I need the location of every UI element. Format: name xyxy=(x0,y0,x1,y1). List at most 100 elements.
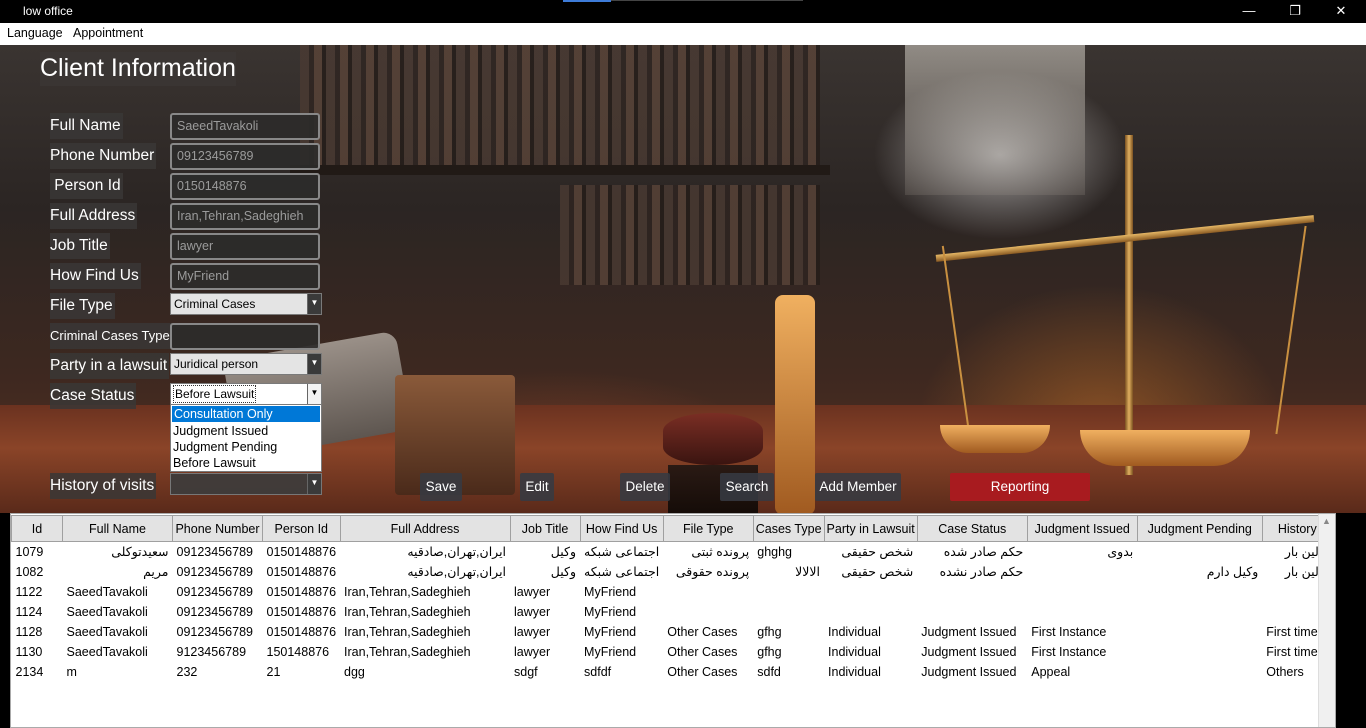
table-cell: Iran,Tehran,Sadeghieh xyxy=(344,604,471,619)
table-row[interactable]: 1128 SaeedTavakoli 09123456789 0150148876 Ir… xyxy=(12,622,1333,642)
reporting-button[interactable]: Reporting xyxy=(950,473,1090,501)
column-header[interactable]: Judgment Pending xyxy=(1136,515,1263,542)
case-status-label: Case Status xyxy=(50,383,137,409)
gavel-decoration xyxy=(663,413,763,465)
table-cell xyxy=(1137,542,1262,562)
edit-button[interactable]: Edit xyxy=(520,473,554,501)
menu-language[interactable]: Language xyxy=(7,26,63,40)
column-header[interactable]: Party in Lawsuit xyxy=(823,515,918,542)
table-cell: sdfd xyxy=(757,664,781,679)
vertical-scrollbar[interactable]: ▲ xyxy=(1318,514,1335,727)
chevron-down-icon[interactable]: ▼ xyxy=(307,294,321,314)
column-header[interactable]: Job Title xyxy=(509,515,581,542)
history-visits-select[interactable]: ▼ xyxy=(170,473,322,495)
menu-appointment[interactable]: Appointment xyxy=(73,26,143,40)
minimize-button[interactable]: — xyxy=(1226,0,1272,23)
case-status-option[interactable]: Consultation Only xyxy=(172,406,320,422)
table-row[interactable]: 1079 سعیدتوکلی 09123456789 0150148876 ایران,… xyxy=(12,542,1333,562)
how-find-us-input[interactable]: MyFriend xyxy=(170,263,320,290)
column-header[interactable]: Id xyxy=(11,515,63,542)
close-button[interactable]: ✕ xyxy=(1318,0,1364,23)
table-row[interactable]: 1130 SaeedTavakoli 9123456789 150148876 Iran… xyxy=(12,642,1333,662)
table-cell: اجتماعی شبکه xyxy=(584,545,660,560)
case-status-dropdown: Consultation Only Judgment Issued Judgme… xyxy=(170,404,322,472)
address-input[interactable]: Iran,Tehran,Sadeghieh xyxy=(170,203,320,230)
case-status-option[interactable]: Judgment Issued xyxy=(171,423,321,439)
case-status-option[interactable]: Before Lawsuit xyxy=(171,455,321,471)
table-cell: Iran,Tehran,Sadeghieh xyxy=(344,584,471,599)
column-header[interactable]: Full Address xyxy=(339,515,511,542)
table-cell: پرونده حقوقی xyxy=(675,565,750,579)
column-header[interactable]: Case Status xyxy=(916,515,1028,542)
bookshelf-decoration xyxy=(560,185,820,285)
table-cell xyxy=(1027,562,1137,582)
scale-pan-decoration xyxy=(1080,430,1250,466)
job-title-input[interactable]: lawyer xyxy=(170,233,320,260)
column-header[interactable]: File Type xyxy=(662,515,754,542)
table-cell: Individual xyxy=(828,624,881,639)
save-button[interactable]: Save xyxy=(420,473,462,501)
table-cell: Judgment Issued xyxy=(921,624,1017,639)
party-lawsuit-select[interactable]: Juridical person ▼ xyxy=(170,353,322,375)
phone-input[interactable]: 09123456789 xyxy=(170,143,320,170)
table-cell: 0150148876 xyxy=(266,604,337,619)
table-cell: 09123456789 xyxy=(176,564,253,579)
table-cell: 1079 xyxy=(15,544,44,559)
table-cell xyxy=(1137,622,1262,642)
file-type-select[interactable]: Criminal Cases ▼ xyxy=(170,293,322,315)
chevron-down-icon[interactable]: ▼ xyxy=(307,474,321,494)
window-title: low office xyxy=(23,4,73,18)
party-lawsuit-value: Juridical person xyxy=(174,357,259,371)
table-row[interactable]: 1124 SaeedTavakoli 09123456789 0150148876 Ir… xyxy=(12,602,1333,622)
case-status-select[interactable]: Before Lawsuit ▼ xyxy=(170,383,322,405)
table-cell xyxy=(1027,582,1137,602)
column-header[interactable]: Person Id xyxy=(262,515,341,542)
taskbar-indicator-track xyxy=(611,0,803,1)
table-cell xyxy=(1027,602,1137,622)
table-cell: SaeedTavakoli xyxy=(66,584,148,599)
table-cell: Other Cases xyxy=(667,644,738,659)
maximize-button[interactable]: ❐ xyxy=(1272,0,1318,23)
person-id-input[interactable]: 0150148876 xyxy=(170,173,320,200)
table-cell: 0150148876 xyxy=(266,564,337,579)
table-cell: حکم صادر نشده xyxy=(939,565,1024,579)
table-cell: ghghg xyxy=(757,544,793,559)
criminal-cases-type-input[interactable] xyxy=(170,323,320,350)
table-cell: SaeedTavakoli xyxy=(66,604,148,619)
table-row[interactable]: 1122 SaeedTavakoli 09123456789 0150148876 Ir… xyxy=(12,582,1333,602)
table-cell: 1122 xyxy=(15,584,43,599)
column-header[interactable]: Phone Number xyxy=(172,515,263,542)
title-bar: low office — ❐ ✕ xyxy=(0,0,1366,23)
scroll-up-icon[interactable]: ▲ xyxy=(1322,516,1331,526)
table-cell: First Instance xyxy=(1031,644,1107,659)
party-lawsuit-label: Party in a lawsuit xyxy=(50,353,170,379)
search-button[interactable]: Search xyxy=(720,473,774,501)
table-row[interactable]: 2134 m 232 21 dgg sdgf sdfdf Other Cases sdfd Ind… xyxy=(12,662,1333,682)
table-cell: Judgment Issued xyxy=(921,644,1017,659)
clients-table: Id Full Name Phone Number Person Id Full Add… xyxy=(10,513,1336,728)
table-cell: m xyxy=(66,664,77,679)
scale-pan-decoration xyxy=(940,425,1050,453)
table-cell xyxy=(917,582,1027,602)
column-header[interactable]: Judgment Issued xyxy=(1026,515,1138,542)
column-header[interactable]: Cases Type xyxy=(752,515,825,542)
column-header[interactable]: Full Name xyxy=(62,515,173,542)
case-status-option[interactable]: Judgment Pending xyxy=(171,439,321,455)
chevron-down-icon[interactable]: ▼ xyxy=(307,354,321,374)
full-name-input[interactable]: SaeedTavakoli xyxy=(170,113,320,140)
table-cell: MyFriend xyxy=(584,624,637,639)
phone-label: Phone Number xyxy=(50,143,157,169)
table-cell xyxy=(753,602,824,622)
add-member-button[interactable]: Add Member xyxy=(815,473,901,501)
delete-button[interactable]: Delete xyxy=(620,473,670,501)
scale-chain-decoration xyxy=(1275,225,1307,435)
table-cell xyxy=(1137,582,1262,602)
table-cell: Other Cases xyxy=(667,664,738,679)
table-row[interactable]: 1082 مریم 09123456789 0150148876 ایران,تهران… xyxy=(12,562,1333,582)
table-cell: MyFriend xyxy=(584,604,637,619)
file-type-value: Criminal Cases xyxy=(174,297,256,311)
column-header[interactable]: How Find Us xyxy=(579,515,664,542)
table-cell xyxy=(1137,642,1262,662)
chevron-down-icon[interactable]: ▼ xyxy=(307,384,321,404)
taskbar-indicator xyxy=(563,0,611,2)
